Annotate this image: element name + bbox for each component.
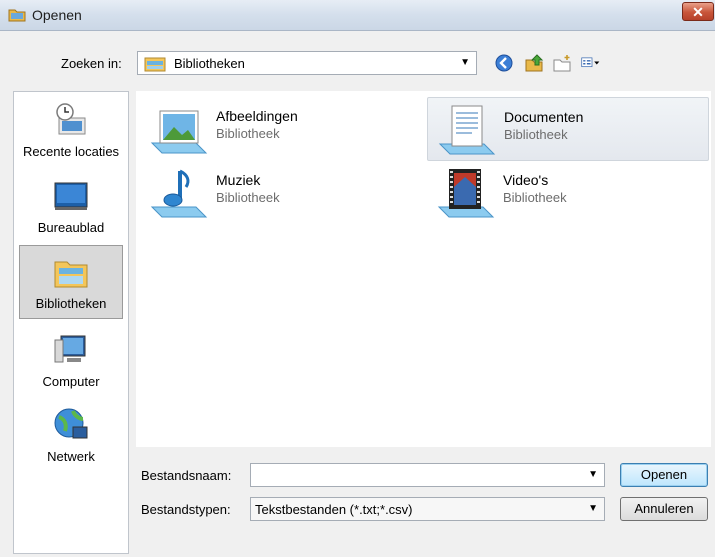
cancel-button[interactable]: Annuleren bbox=[620, 497, 708, 521]
place-label: Computer bbox=[42, 374, 100, 389]
place-libraries[interactable]: Bibliotheken bbox=[19, 245, 123, 319]
look-in-value: Bibliotheken bbox=[174, 56, 245, 71]
item-name: Afbeeldingen bbox=[216, 108, 298, 124]
item-name: Muziek bbox=[216, 172, 261, 188]
computer-icon bbox=[54, 335, 86, 363]
desktop-icon bbox=[54, 182, 88, 210]
title-bar: Openen ✕ bbox=[0, 0, 715, 31]
filename-label: Bestandsnaam: bbox=[141, 468, 232, 483]
list-item-documents[interactable]: Documenten Bibliotheek bbox=[427, 97, 709, 161]
open-dialog: Openen ✕ Zoeken in: Bibliotheken ▼ Recen… bbox=[0, 0, 715, 557]
place-recent-locations[interactable]: Recente locaties bbox=[14, 100, 128, 159]
libraries-icon bbox=[54, 261, 88, 288]
up-folder-icon[interactable] bbox=[523, 52, 545, 74]
recent-locations-icon bbox=[56, 103, 86, 135]
place-label: Recente locaties bbox=[22, 144, 120, 159]
place-computer[interactable]: Computer bbox=[14, 330, 128, 389]
documents-library-icon bbox=[438, 105, 496, 155]
network-icon bbox=[54, 408, 88, 439]
filename-combo[interactable]: ▼ bbox=[250, 463, 605, 487]
places-bar: Recente locaties Bureaublad Bibliotheken bbox=[13, 91, 129, 554]
filetype-label: Bestandstypen: bbox=[141, 502, 231, 517]
place-desktop[interactable]: Bureaublad bbox=[14, 176, 128, 235]
close-button[interactable]: ✕ bbox=[682, 2, 714, 21]
item-type: Bibliotheek bbox=[216, 190, 280, 205]
file-list: Afbeeldingen Bibliotheek Documenten Bibl… bbox=[136, 91, 711, 447]
item-type: Bibliotheek bbox=[504, 127, 568, 142]
pictures-library-icon bbox=[150, 110, 208, 154]
filetype-select[interactable]: Tekstbestanden (*.txt;*.csv) ▼ bbox=[250, 497, 605, 521]
look-in-label: Zoeken in: bbox=[61, 56, 122, 71]
list-item-music[interactable]: Muziek Bibliotheek bbox=[140, 161, 422, 225]
file-form: Bestandsnaam: ▼ Openen Bestandstypen: Te… bbox=[136, 447, 715, 557]
item-name: Video's bbox=[503, 172, 549, 188]
place-label: Netwerk bbox=[47, 449, 95, 464]
libraries-icon bbox=[144, 57, 166, 72]
place-label: Bibliotheken bbox=[35, 296, 107, 311]
list-item-pictures[interactable]: Afbeeldingen Bibliotheek bbox=[140, 97, 422, 161]
item-type: Bibliotheek bbox=[216, 126, 280, 141]
look-in-combo[interactable]: Bibliotheken ▼ bbox=[137, 51, 477, 75]
view-menu-icon[interactable] bbox=[581, 52, 603, 74]
item-name: Documenten bbox=[504, 109, 584, 125]
window-title: Openen bbox=[32, 7, 82, 23]
chevron-down-icon: ▼ bbox=[460, 57, 470, 68]
chevron-down-icon: ▼ bbox=[588, 469, 598, 480]
item-type: Bibliotheek bbox=[503, 190, 567, 205]
videos-library-icon bbox=[437, 169, 495, 218]
filetype-value: Tekstbestanden (*.txt;*.csv) bbox=[255, 502, 413, 517]
back-icon[interactable] bbox=[493, 52, 515, 74]
folder-icon bbox=[8, 9, 26, 22]
list-item-videos[interactable]: Video's Bibliotheek bbox=[427, 161, 709, 225]
place-network[interactable]: Netwerk bbox=[14, 405, 128, 464]
toolbar: Zoeken in: Bibliotheken ▼ bbox=[0, 31, 715, 91]
place-label: Bureaublad bbox=[37, 220, 105, 235]
music-library-icon bbox=[150, 169, 208, 218]
open-button[interactable]: Openen bbox=[620, 463, 708, 487]
chevron-down-icon: ▼ bbox=[588, 503, 598, 514]
new-folder-icon[interactable] bbox=[551, 52, 573, 74]
